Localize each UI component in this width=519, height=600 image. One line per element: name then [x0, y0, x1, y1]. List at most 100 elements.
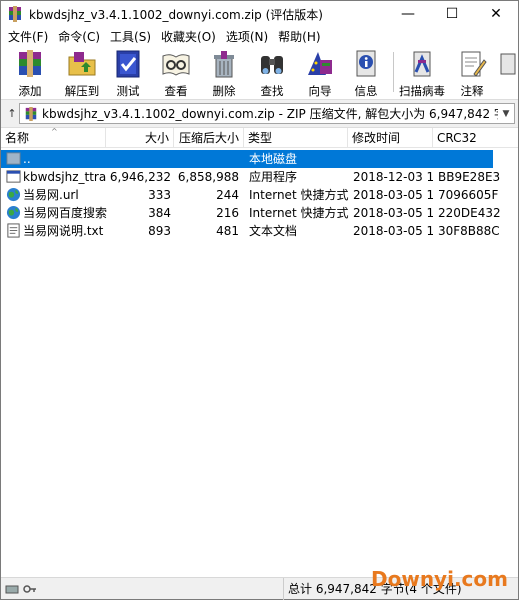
scan-virus-label: 扫描病毒 — [399, 84, 445, 98]
file-packed-size: 6,858,988 — [177, 170, 239, 184]
file-modified: 2018-03-05 1... — [353, 188, 433, 202]
archive-path-text: kbwdsjhz_v3.4.1.1002_downyi.com.zip - ZI… — [42, 107, 498, 121]
winrar-app-icon — [9, 6, 21, 22]
file-type: 文本文档 — [249, 224, 298, 238]
column-packed-size[interactable]: 压缩后大小 — [174, 128, 244, 148]
chevron-down-icon[interactable]: ▼ — [498, 109, 514, 119]
folder-up-icon — [6, 152, 21, 165]
maximize-button[interactable]: ☐ — [430, 1, 474, 27]
text-file-icon — [7, 223, 20, 238]
globe-icon — [6, 187, 21, 202]
drive-icon[interactable] — [5, 582, 19, 596]
file-size: 384 — [148, 206, 171, 220]
column-size[interactable]: 大小 — [106, 128, 174, 148]
scan-virus-button[interactable]: 扫描病毒 — [399, 48, 445, 98]
add-button[interactable]: 添加 — [7, 48, 53, 98]
menu-file[interactable]: 文件(F) — [3, 28, 53, 45]
extract-label: 解压到 — [64, 84, 100, 98]
file-name: kbwdsjhz_ttrar... — [23, 170, 107, 184]
list-item[interactable]: .. 本地磁盘 — [1, 150, 518, 168]
comment-pencil-icon — [461, 51, 487, 77]
file-modified: 2018-12-03 1... — [353, 170, 433, 184]
more-tools-icon — [500, 53, 516, 75]
column-modified[interactable]: 修改时间 — [348, 128, 433, 148]
folder-extract-icon — [68, 52, 96, 76]
file-crc32: 7096605F — [438, 188, 499, 202]
file-packed-size: 244 — [216, 188, 239, 202]
wizard-hat-icon — [308, 52, 332, 75]
file-crc32: BB9E28E3 — [438, 170, 501, 184]
menu-commands[interactable]: 命令(C) — [53, 28, 105, 45]
file-modified: 2018-03-05 1... — [353, 224, 433, 238]
add-archive-icon — [19, 50, 41, 77]
window-title: kbwdsjhz_v3.4.1.1002_downyi.com.zip (评估版… — [29, 7, 323, 22]
archive-icon — [25, 106, 37, 121]
scan-virus-icon — [413, 51, 431, 77]
find-button[interactable]: 查找 — [249, 48, 295, 98]
address-bar: ↑ kbwdsjhz_v3.4.1.1002_downyi.com.zip - … — [1, 100, 518, 128]
delete-label: 删除 — [212, 84, 236, 98]
file-size: 333 — [148, 188, 171, 202]
status-icons — [5, 582, 37, 596]
test-label: 测试 — [116, 84, 140, 98]
file-modified: 2018-03-05 1... — [353, 206, 433, 220]
find-label: 查找 — [260, 84, 284, 98]
menu-tools[interactable]: 工具(S) — [105, 28, 156, 45]
test-check-icon — [116, 50, 140, 78]
file-type: 本地磁盘 — [249, 152, 298, 166]
list-item[interactable]: 当易网百度搜索... 384 216 Internet 快捷方式 2018-03… — [1, 204, 518, 222]
archive-path-field[interactable]: kbwdsjhz_v3.4.1.1002_downyi.com.zip - ZI… — [19, 103, 515, 124]
file-name: 当易网说明.txt — [23, 224, 104, 238]
exe-icon — [6, 170, 21, 183]
file-packed-size: 481 — [216, 224, 239, 238]
column-header: ^ 名称 大小 压缩后大小 类型 修改时间 CRC32 — [1, 128, 518, 148]
file-type: Internet 快捷方式 — [249, 206, 349, 220]
find-binoculars-icon — [261, 56, 283, 74]
column-crc32[interactable]: CRC32 — [433, 128, 518, 148]
winrar-window: kbwdsjhz_v3.4.1.1002_downyi.com.zip (评估版… — [0, 0, 519, 600]
delete-button[interactable]: 删除 — [201, 48, 247, 98]
info-button[interactable]: 信息 — [343, 48, 389, 98]
key-icon[interactable] — [23, 582, 37, 596]
info-label: 信息 — [354, 84, 378, 98]
comment-button[interactable]: 注释 — [449, 48, 495, 98]
wizard-button[interactable]: 向导 — [297, 48, 343, 98]
view-book-icon — [162, 54, 190, 76]
comment-label: 注释 — [460, 84, 484, 98]
delete-trash-icon — [214, 51, 234, 78]
extract-button[interactable]: 解压到 — [59, 48, 105, 98]
view-button[interactable]: 查看 — [153, 48, 199, 98]
file-name: .. — [23, 152, 31, 166]
view-label: 查看 — [164, 84, 188, 98]
file-crc32: 30F8B88C — [438, 224, 500, 238]
list-item[interactable]: 当易网.url 333 244 Internet 快捷方式 2018-03-05… — [1, 186, 518, 204]
add-label: 添加 — [18, 84, 42, 98]
list-item[interactable]: kbwdsjhz_ttrar... 6,946,232 6,858,988 应用… — [1, 168, 518, 186]
more-tools-button[interactable] — [495, 48, 517, 98]
info-icon — [356, 50, 376, 77]
list-item[interactable]: 当易网说明.txt 893 481 文本文档 2018-03-05 1... 3… — [1, 222, 518, 240]
menu-favorites[interactable]: 收藏夹(O) — [156, 28, 221, 45]
column-type[interactable]: 类型 — [244, 128, 348, 148]
minimize-button[interactable]: — — [386, 1, 430, 27]
wizard-label: 向导 — [308, 84, 332, 98]
file-name: 当易网百度搜索... — [23, 206, 107, 220]
column-name[interactable]: 名称 — [1, 128, 106, 148]
toolbar-separator — [393, 52, 394, 92]
file-type: 应用程序 — [249, 170, 298, 184]
file-crc32: 220DE432 — [438, 206, 501, 220]
up-folder-button[interactable]: ↑ — [5, 105, 19, 123]
file-size: 6,946,232 — [109, 170, 171, 184]
test-button[interactable]: 测试 — [105, 48, 151, 98]
file-name: 当易网.url — [23, 188, 79, 202]
globe-icon — [6, 205, 21, 220]
file-type: Internet 快捷方式 — [249, 188, 349, 202]
title-bar[interactable]: kbwdsjhz_v3.4.1.1002_downyi.com.zip (评估版… — [1, 1, 518, 27]
menu-options[interactable]: 选项(N) — [221, 28, 273, 45]
file-list: ^ 名称 大小 压缩后大小 类型 修改时间 CRC32 .. 本地磁盘 kbwd… — [1, 128, 518, 577]
close-button[interactable]: ✕ — [474, 1, 518, 27]
file-packed-size: 216 — [216, 206, 239, 220]
menu-help[interactable]: 帮助(H) — [273, 28, 325, 45]
file-size: 893 — [148, 224, 171, 238]
toolbar: 添加 解压到 测试 查看 删除 查找 向导 信息 扫描病毒 注释 — [1, 46, 518, 100]
